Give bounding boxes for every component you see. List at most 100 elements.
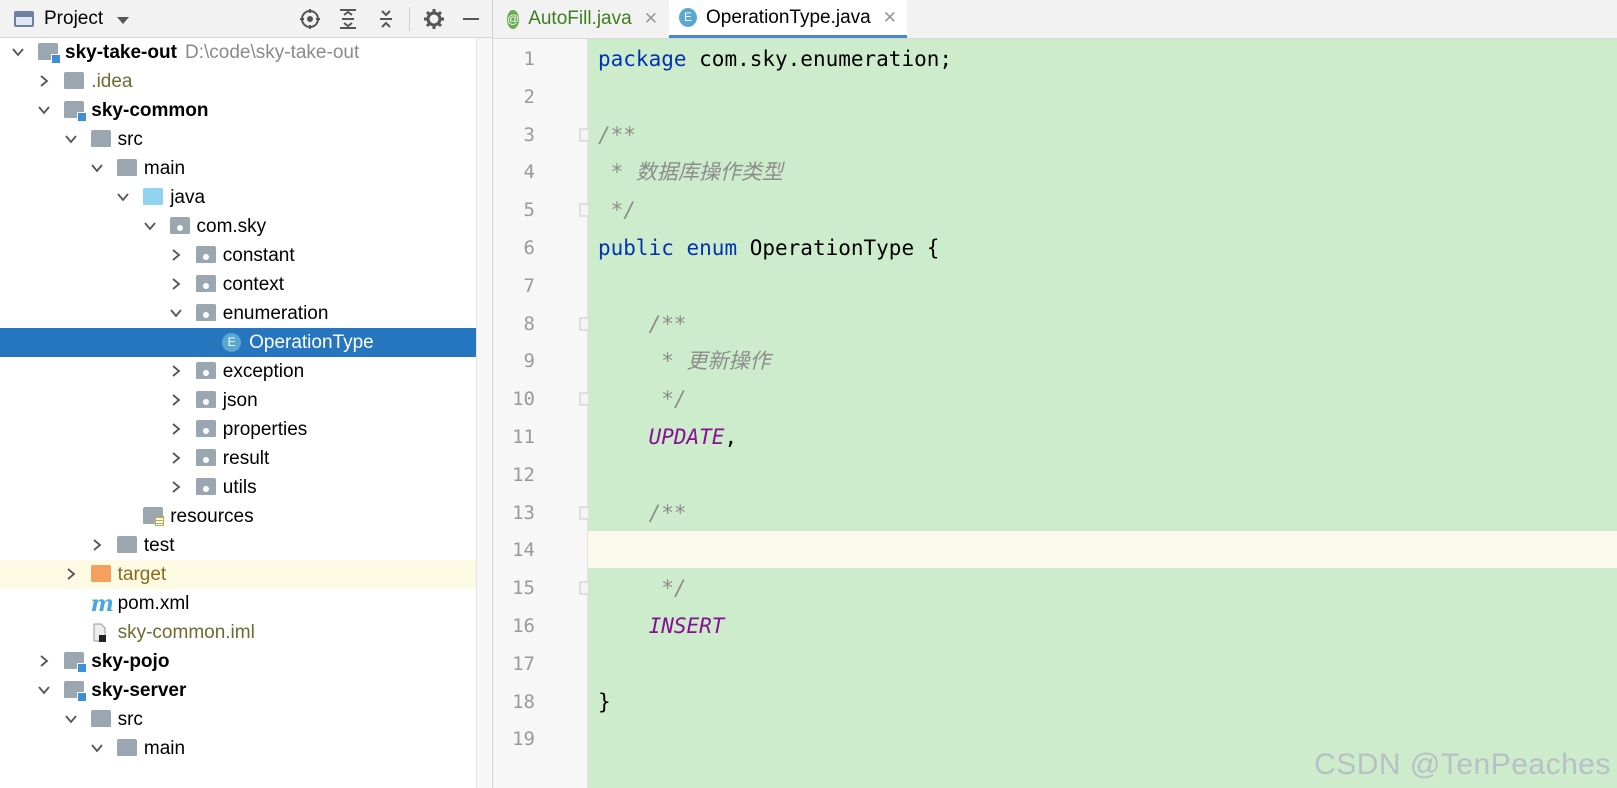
- folder-icon: [116, 159, 137, 176]
- enum-icon: E: [222, 333, 242, 352]
- minimize-icon[interactable]: [459, 7, 483, 31]
- folder-icon: [116, 536, 137, 553]
- editor-tab[interactable]: @ AutoFill.java ✕: [497, 0, 667, 38]
- tree-row[interactable]: m pom.xml: [0, 589, 490, 618]
- tree-row[interactable]: java: [0, 183, 490, 212]
- chevron-right-icon[interactable]: [168, 389, 184, 411]
- enum-constant-token: INSERT: [648, 614, 725, 638]
- panel-title: Project: [44, 8, 104, 29]
- tree-scrollbar[interactable]: [476, 38, 491, 788]
- keyword-token: package: [598, 47, 687, 71]
- code-area[interactable]: package com.sky.enumeration; /** * 数据库操作类…: [588, 39, 1617, 788]
- tree-row[interactable]: sky-take-out D:\code\sky-take-out: [0, 38, 490, 67]
- tree-row[interactable]: sky-common.iml: [0, 618, 490, 647]
- tree-item-label: src: [117, 129, 143, 150]
- chevron-right-icon[interactable]: [89, 534, 105, 556]
- tree-row[interactable]: utils: [0, 473, 490, 502]
- tree-row[interactable]: sky-pojo: [0, 647, 490, 676]
- tree-item-label: sky-common.iml: [117, 622, 255, 643]
- collapse-all-icon[interactable]: [374, 7, 398, 31]
- editor-tab-label: AutoFill.java: [528, 8, 632, 29]
- code-line: }: [598, 683, 611, 721]
- chevron-down-icon[interactable]: [63, 708, 79, 730]
- tree-row[interactable]: src: [0, 125, 490, 154]
- code-line: INSERT: [598, 607, 725, 645]
- locate-icon[interactable]: [298, 7, 322, 31]
- line-number: 7: [523, 274, 535, 297]
- tree-row[interactable]: main: [0, 734, 490, 763]
- tree-row[interactable]: com.sky: [0, 212, 490, 241]
- chevron-down-icon[interactable]: [89, 157, 105, 179]
- excluded-folder-icon: [90, 565, 111, 582]
- tree-row[interactable]: properties: [0, 415, 490, 444]
- chevron-right-icon[interactable]: [168, 273, 184, 295]
- package-icon: [195, 420, 216, 437]
- chevron-right-icon[interactable]: [36, 70, 52, 92]
- folder-icon: [90, 130, 111, 147]
- chevron-right-icon[interactable]: [36, 650, 52, 672]
- folder-icon: [90, 710, 111, 727]
- tree-item-label: .idea: [91, 71, 133, 92]
- chevron-down-icon[interactable]: [142, 215, 158, 237]
- tree-row[interactable]: target: [0, 560, 490, 589]
- comment-token: * 数据库操作类型: [598, 160, 783, 185]
- tree-item-label: sky-common: [91, 100, 209, 121]
- chevron-down-icon[interactable]: [36, 679, 52, 701]
- line-number: 11: [512, 426, 535, 448]
- tree-item-label: resources: [170, 506, 254, 527]
- chevron-right-icon[interactable]: [168, 418, 184, 440]
- code-line: * 数据库操作类型: [598, 153, 783, 191]
- tree-row[interactable]: enumeration: [0, 299, 490, 328]
- package-icon: [195, 478, 216, 495]
- chevron-down-icon[interactable]: [36, 99, 52, 121]
- gear-icon[interactable]: [422, 7, 446, 31]
- package-icon: [169, 217, 190, 234]
- chevron-right-icon[interactable]: [168, 360, 184, 382]
- chevron-right-icon[interactable]: [168, 476, 184, 498]
- chevron-right-icon[interactable]: [168, 244, 184, 266]
- code-token: OperationType {: [737, 236, 940, 260]
- tree-row[interactable]: constant: [0, 241, 490, 270]
- tree-row[interactable]: sky-server: [0, 676, 490, 705]
- tree-row[interactable]: result: [0, 444, 490, 473]
- tree-item-label: test: [143, 535, 175, 556]
- tree-row[interactable]: test: [0, 531, 490, 560]
- line-number: 4: [523, 161, 535, 184]
- tree-row[interactable]: resources: [0, 502, 490, 531]
- chevron-down-icon[interactable]: [89, 737, 105, 759]
- tree-row[interactable]: json: [0, 386, 490, 415]
- tree-row[interactable]: .idea: [0, 67, 490, 96]
- line-number: 13: [512, 501, 535, 524]
- chevron-down-icon[interactable]: [63, 128, 79, 150]
- line-number: 2: [523, 85, 535, 108]
- close-icon[interactable]: ✕: [883, 8, 897, 28]
- tree-item-label: exception: [222, 361, 305, 382]
- chevron-right-icon[interactable]: [168, 447, 184, 469]
- package-icon: [195, 362, 216, 379]
- chevron-down-icon[interactable]: [115, 186, 131, 208]
- tree-row[interactable]: context: [0, 270, 490, 299]
- chevron-right-icon[interactable]: [63, 563, 79, 585]
- tree-row[interactable]: exception: [0, 357, 490, 386]
- line-number: 10: [512, 388, 535, 411]
- chevron-down-icon[interactable]: [168, 302, 184, 324]
- line-gutter: 1 2 3 4 5 6 7 8 9 10 11 12 13 14 15 16 17 18 19: [493, 39, 593, 788]
- tree-row[interactable]: sky-common: [0, 96, 490, 125]
- module-folder-icon: [38, 43, 61, 64]
- line-number: 8: [523, 312, 535, 335]
- tree-row[interactable]: E OperationType: [0, 328, 490, 357]
- editor-tab[interactable]: E OperationType.java ✕: [669, 0, 907, 38]
- comment-token: /**: [598, 311, 687, 336]
- keyword-token: public: [598, 236, 674, 260]
- tree-item-label: pom.xml: [117, 593, 190, 614]
- project-view-selector[interactable]: Project: [14, 6, 130, 32]
- chevron-down-icon[interactable]: [10, 41, 26, 63]
- tree-row[interactable]: src: [0, 705, 490, 734]
- comment-token: * 更新操作: [598, 349, 771, 374]
- code-line: */: [598, 380, 686, 418]
- expand-all-icon[interactable]: [336, 7, 360, 31]
- tree-row[interactable]: main: [0, 154, 490, 183]
- close-icon[interactable]: ✕: [644, 9, 658, 29]
